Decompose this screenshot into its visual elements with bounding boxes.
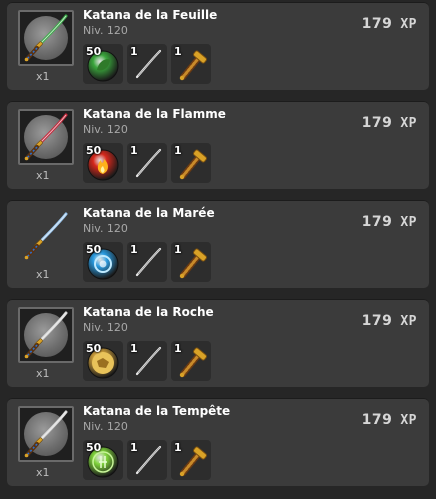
ingredient-slot-hilt[interactable]: 1 <box>171 440 211 480</box>
xp-unit: XP <box>400 215 417 230</box>
craft-item-card[interactable]: x1 Katana de la Flamme Niv. 120 179 XP 50… <box>7 101 429 189</box>
xp-reward: 179 XP <box>362 313 417 329</box>
ingredient-count: 50 <box>86 144 102 157</box>
item-level: Niv. 120 <box>83 420 128 433</box>
ingredient-slot-blade[interactable]: 1 <box>127 341 167 381</box>
xp-unit: XP <box>400 116 417 131</box>
item-level: Niv. 120 <box>83 123 128 136</box>
ingredient-count: 1 <box>174 342 182 355</box>
ingredient-count: 1 <box>130 144 138 157</box>
ingredient-slot-orb[interactable]: 50 <box>83 440 123 480</box>
ingredient-slot-blade[interactable]: 1 <box>127 44 167 84</box>
craft-item-card[interactable]: x1 Katana de la Tempête Niv. 120 179 XP 5… <box>7 398 429 486</box>
craft-list: x1 Katana de la Feuille Niv. 120 179 XP 5… <box>0 0 436 499</box>
item-thumbnail[interactable] <box>18 109 74 165</box>
ingredient-slot-hilt[interactable]: 1 <box>171 44 211 84</box>
katana-icon <box>24 311 68 359</box>
xp-value: 179 <box>361 214 393 230</box>
item-level: Niv. 120 <box>83 24 128 37</box>
item-name[interactable]: Katana de la Feuille <box>83 8 217 22</box>
item-quantity: x1 <box>36 70 50 83</box>
ingredient-count: 1 <box>130 243 138 256</box>
xp-value: 179 <box>361 16 393 32</box>
xp-reward: 179 XP <box>362 412 417 428</box>
ingredient-count: 50 <box>86 243 102 256</box>
xp-reward: 179 XP <box>362 214 417 230</box>
ingredient-slot-orb[interactable]: 50 <box>83 341 123 381</box>
item-name[interactable]: Katana de la Tempête <box>83 404 230 418</box>
ingredient-slot-blade[interactable]: 1 <box>127 242 167 282</box>
item-thumbnail[interactable] <box>18 208 74 264</box>
ingredient-count: 1 <box>174 45 182 58</box>
ingredient-slot-hilt[interactable]: 1 <box>171 143 211 183</box>
item-quantity: x1 <box>36 268 50 281</box>
item-name[interactable]: Katana de la Flamme <box>83 107 226 121</box>
xp-value: 179 <box>361 115 393 131</box>
ingredient-slot-hilt[interactable]: 1 <box>171 242 211 282</box>
item-name[interactable]: Katana de la Marée <box>83 206 215 220</box>
item-thumbnail[interactable] <box>18 10 74 66</box>
ingredient-slot-orb[interactable]: 50 <box>83 242 123 282</box>
item-quantity: x1 <box>36 169 50 182</box>
xp-reward: 179 XP <box>362 115 417 131</box>
ingredient-slot-hilt[interactable]: 1 <box>171 341 211 381</box>
xp-unit: XP <box>400 17 417 32</box>
item-thumbnail[interactable] <box>18 406 74 462</box>
item-name[interactable]: Katana de la Roche <box>83 305 214 319</box>
katana-icon <box>24 410 68 458</box>
ingredient-count: 1 <box>130 441 138 454</box>
ingredient-count: 1 <box>130 45 138 58</box>
ingredient-count: 50 <box>86 342 102 355</box>
xp-reward: 179 XP <box>362 16 417 32</box>
item-quantity: x1 <box>36 367 50 380</box>
item-quantity: x1 <box>36 466 50 479</box>
ingredient-count: 50 <box>86 45 102 58</box>
craft-item-card[interactable]: x1 Katana de la Feuille Niv. 120 179 XP 5… <box>7 2 429 90</box>
item-thumbnail[interactable] <box>18 307 74 363</box>
katana-icon <box>24 14 68 62</box>
ingredient-slot-blade[interactable]: 1 <box>127 143 167 183</box>
ingredient-count: 1 <box>130 342 138 355</box>
ingredient-count: 50 <box>86 441 102 454</box>
ingredient-slot-orb[interactable]: 50 <box>83 44 123 84</box>
item-level: Niv. 120 <box>83 321 128 334</box>
item-level: Niv. 120 <box>83 222 128 235</box>
ingredient-slot-blade[interactable]: 1 <box>127 440 167 480</box>
ingredient-slot-orb[interactable]: 50 <box>83 143 123 183</box>
xp-value: 179 <box>361 412 393 428</box>
craft-item-card[interactable]: x1 Katana de la Roche Niv. 120 179 XP 50 … <box>7 299 429 387</box>
xp-value: 179 <box>361 313 393 329</box>
ingredient-count: 1 <box>174 144 182 157</box>
xp-unit: XP <box>400 413 417 428</box>
craft-item-card[interactable]: x1 Katana de la Marée Niv. 120 179 XP 50 … <box>7 200 429 288</box>
katana-icon <box>24 113 68 161</box>
ingredient-count: 1 <box>174 243 182 256</box>
ingredient-count: 1 <box>174 441 182 454</box>
xp-unit: XP <box>400 314 417 329</box>
katana-icon <box>24 212 68 260</box>
